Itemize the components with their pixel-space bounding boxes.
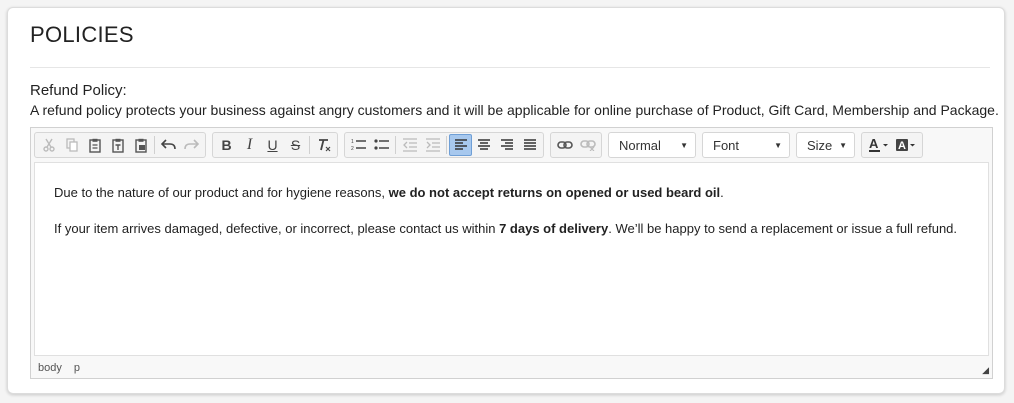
refund-policy-description: A refund policy protects your business a… — [30, 102, 999, 118]
resize-handle-icon[interactable]: ◢ — [982, 365, 989, 376]
bold-text: we do not accept returns on opened or us… — [388, 185, 721, 200]
chevron-down-icon: ▼ — [680, 140, 688, 150]
page-title: POLICIES — [30, 22, 134, 47]
elements-path: body p — [38, 362, 89, 374]
content-paragraph: If your item arrives damaged, defective,… — [54, 221, 958, 236]
redo-icon[interactable] — [180, 134, 203, 156]
background-color-icon[interactable]: A — [892, 134, 919, 156]
svg-text:A: A — [869, 137, 879, 151]
editor-content-area[interactable]: Due to the nature of our product and for… — [34, 162, 989, 356]
svg-text:1: 1 — [351, 139, 354, 145]
paste-icon[interactable] — [83, 134, 106, 156]
cut-icon[interactable] — [37, 134, 60, 156]
refund-policy-label: Refund Policy: — [30, 82, 127, 99]
unlink-icon[interactable] — [576, 134, 599, 156]
toolbar-separator — [154, 136, 155, 154]
link-icon[interactable] — [553, 134, 576, 156]
divider — [30, 67, 990, 68]
format-select-value: Normal — [619, 137, 661, 153]
svg-text:A: A — [898, 140, 906, 152]
bulleted-list-icon[interactable] — [370, 134, 393, 156]
paste-text-icon[interactable] — [106, 134, 129, 156]
svg-text:2: 2 — [351, 146, 354, 152]
text-color-icon[interactable]: A — [865, 134, 892, 156]
content-paragraph: Due to the nature of our product and for… — [54, 185, 724, 200]
editor-toolbar: B I U S 12 Normal ▼ Font ▼ Size ▼ A A — [31, 128, 992, 162]
path-item-body[interactable]: body — [38, 362, 62, 374]
font-select-value: Font — [713, 137, 740, 153]
align-right-icon[interactable] — [495, 134, 518, 156]
clipboard-group — [34, 132, 206, 158]
font-select[interactable]: Font ▼ — [702, 132, 790, 158]
increase-indent-icon[interactable] — [421, 134, 444, 156]
underline-icon[interactable]: U — [261, 134, 284, 156]
colors-group: A A — [861, 132, 923, 158]
justify-icon[interactable] — [518, 134, 541, 156]
rich-text-editor: B I U S 12 Normal ▼ Font ▼ Size ▼ A A Du… — [30, 127, 993, 379]
links-group — [550, 132, 602, 158]
align-left-icon[interactable] — [449, 134, 472, 156]
remove-format-icon[interactable] — [312, 134, 335, 156]
toolbar-separator — [309, 136, 310, 154]
decrease-indent-icon[interactable] — [398, 134, 421, 156]
undo-icon[interactable] — [157, 134, 180, 156]
basic-styles-group: B I U S — [212, 132, 338, 158]
bold-icon[interactable]: B — [215, 134, 238, 156]
size-select[interactable]: Size ▼ — [796, 132, 855, 158]
chevron-down-icon: ▼ — [839, 140, 847, 150]
italic-icon[interactable]: I — [238, 134, 261, 156]
path-item-p[interactable]: p — [74, 362, 80, 374]
chevron-down-icon: ▼ — [774, 140, 782, 150]
toolbar-separator — [446, 136, 447, 154]
paragraph-group: 12 — [344, 132, 544, 158]
bold-text: 7 days of delivery — [499, 221, 609, 236]
paste-word-icon[interactable] — [129, 134, 152, 156]
toolbar-separator — [395, 136, 396, 154]
numbered-list-icon[interactable]: 12 — [347, 134, 370, 156]
policies-card: POLICIES Refund Policy: A refund policy … — [7, 7, 1005, 394]
strikethrough-icon[interactable]: S — [284, 134, 307, 156]
copy-icon[interactable] — [60, 134, 83, 156]
format-select[interactable]: Normal ▼ — [608, 132, 696, 158]
size-select-value: Size — [807, 137, 833, 153]
align-center-icon[interactable] — [472, 134, 495, 156]
